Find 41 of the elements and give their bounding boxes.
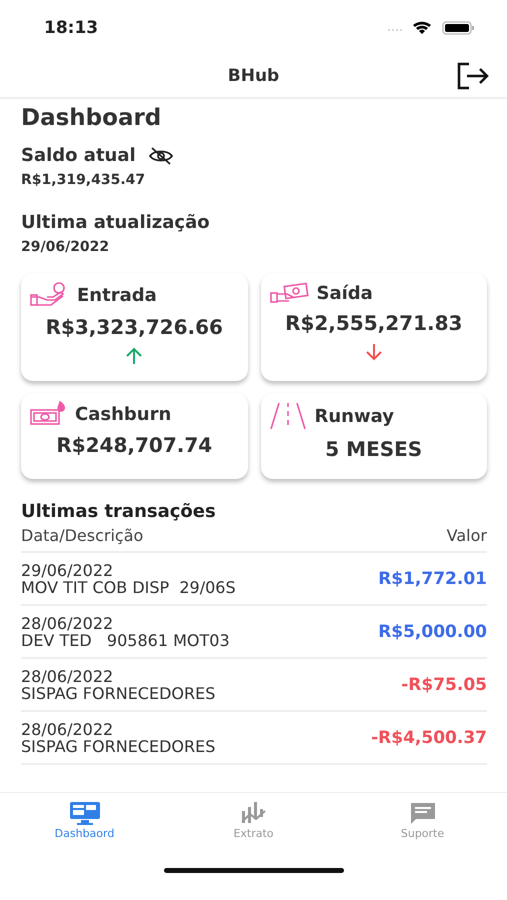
card-value: 5 MESES — [325, 437, 422, 461]
column-header: Valor — [446, 526, 487, 545]
section-title: Ultimas transações — [21, 501, 217, 522]
eye-off-icon[interactable] — [148, 146, 174, 166]
card-value: R$2,555,271.83 — [285, 311, 462, 335]
card-value: R$248,707.74 — [56, 433, 212, 457]
card-label: Entrada — [77, 284, 157, 306]
transaction-amount: -R$75.05 — [401, 674, 487, 694]
transaction-amount: -R$4,500.37 — [371, 728, 487, 748]
monitor-icon — [68, 801, 100, 825]
app-title: BHub — [228, 66, 280, 86]
card-label: Saída — [316, 282, 373, 304]
burning-cash-icon — [29, 401, 67, 427]
transaction-description: 29/06/2022 MOV TIT COB DISP 29/06S — [21, 562, 236, 596]
transaction-description: 28/06/2022 SISPAG FORNECEDORES — [21, 668, 216, 702]
status-time: 18:13 — [44, 18, 98, 38]
column-header: Data/Descrição — [21, 526, 144, 545]
update-date: 29/06/2022 — [21, 239, 110, 255]
arrow-down-icon — [364, 343, 384, 361]
wifi-icon — [413, 21, 431, 34]
road-icon — [268, 401, 306, 431]
card-label: Runway — [314, 406, 394, 426]
tab-button[interactable]: Dashbaord — [0, 793, 169, 855]
chart-icon — [240, 801, 268, 825]
hand-cash-icon — [268, 281, 308, 305]
logout-icon[interactable] — [455, 61, 489, 91]
arrow-up-icon — [124, 347, 144, 365]
page-title: Dashboard — [21, 105, 162, 131]
card-value: R$3,323,726.66 — [46, 315, 223, 339]
update-label: Ultima atualização — [21, 212, 210, 233]
transaction-description: 28/06/2022 DEV TED 905861 MOT03 — [21, 614, 230, 648]
transaction-description: 28/06/2022 SISPAG FORNECEDORES — [21, 720, 216, 754]
card-label: Cashburn — [75, 404, 172, 424]
balance-value: R$1,319,435.47 — [21, 172, 146, 188]
balance-label: Saldo atual — [21, 145, 136, 166]
transaction-amount: R$1,772.01 — [378, 568, 487, 588]
tab-button[interactable]: Extrato — [169, 793, 338, 855]
battery-icon — [442, 21, 474, 34]
chat-icon — [408, 801, 436, 825]
tab-button[interactable]: Suporte — [338, 793, 507, 855]
transaction-amount: R$5,000.00 — [378, 622, 487, 642]
